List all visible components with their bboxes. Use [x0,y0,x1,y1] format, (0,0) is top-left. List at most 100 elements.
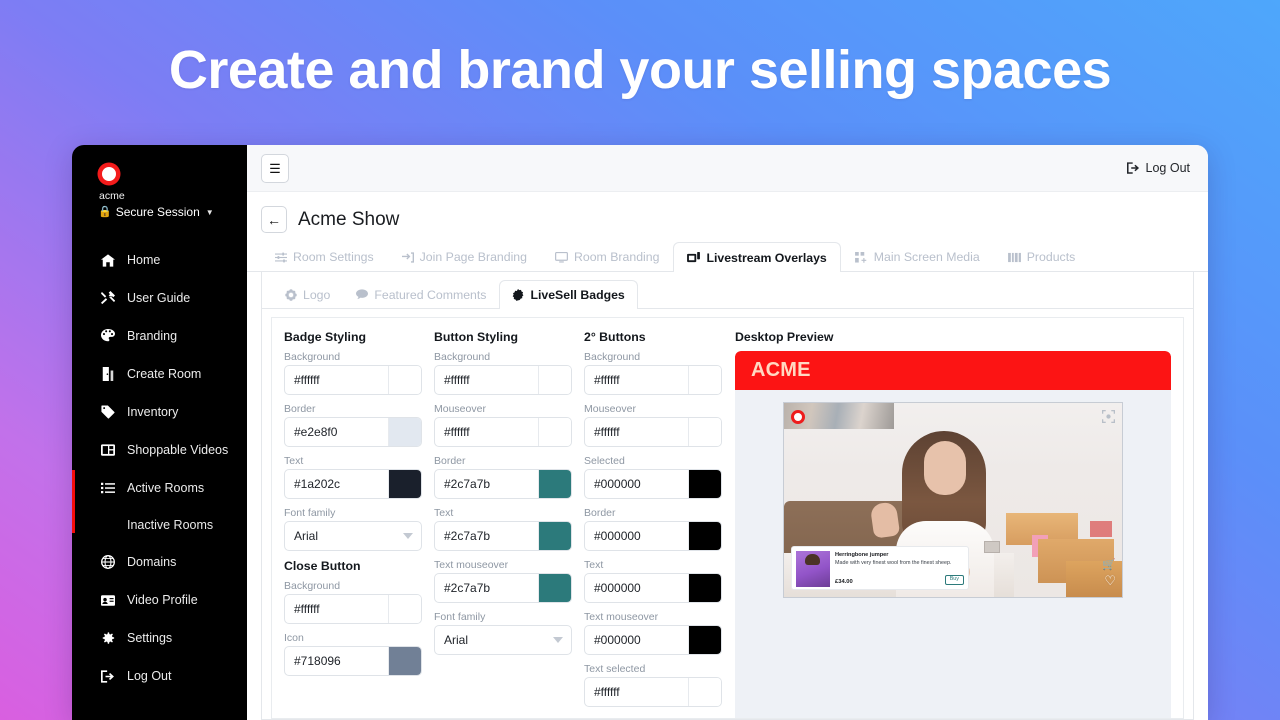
button-font-family-select[interactable]: Arial [434,625,572,655]
product-thumbnail [796,551,830,587]
color-value[interactable]: #718096 [285,647,388,675]
color-swatch[interactable] [538,470,571,498]
sliders-icon [275,252,287,263]
sidebar-item-create-room[interactable]: Create Room [72,355,247,393]
color-value[interactable]: #ffffff [585,366,688,394]
sec-text-color-field[interactable]: #000000 [584,573,722,603]
color-value[interactable]: #000000 [585,574,688,602]
tab-products[interactable]: Products [994,242,1090,271]
sidebar-item-user-guide[interactable]: User Guide [72,279,247,317]
color-swatch[interactable] [688,470,721,498]
button-text-color-field[interactable]: #2c7a7b [434,521,572,551]
tab-join-page-branding[interactable]: Join Page Branding [388,242,541,271]
preview-body: 🛒 ♡ Herringbone jumper Made with very fi… [735,390,1171,598]
color-swatch[interactable] [388,366,421,394]
color-value[interactable]: #ffffff [285,366,388,394]
color-value[interactable]: #000000 [585,522,688,550]
sidebar-item-domains[interactable]: Domains [72,543,247,581]
badge-text-color-field[interactable]: #1a202c [284,469,422,499]
tab-livestream-overlays[interactable]: Livestream Overlays [673,242,840,272]
color-value[interactable]: #ffffff [585,418,688,446]
color-swatch[interactable] [538,522,571,550]
sidebar-item-home[interactable]: Home [72,241,247,279]
color-swatch[interactable] [538,366,571,394]
sidebar-item-label: Inactive Rooms [127,518,213,532]
color-value[interactable]: #000000 [585,470,688,498]
tab-room-branding[interactable]: Room Branding [541,242,673,271]
color-value[interactable]: #ffffff [585,678,688,706]
sec-selected-color-field[interactable]: #000000 [584,469,722,499]
close-button-background-color-field[interactable]: #ffffff [284,594,422,624]
sidebar-item-video-profile[interactable]: Video Profile [72,581,247,619]
close-button-icon-color-field[interactable]: #718096 [284,646,422,676]
color-swatch[interactable] [688,522,721,550]
color-swatch[interactable] [538,418,571,446]
color-swatch[interactable] [688,626,721,654]
sec-mouseover-color-field[interactable]: #ffffff [584,417,722,447]
tab-label: Room Branding [574,250,659,264]
color-swatch[interactable] [388,647,421,675]
color-value[interactable]: #2c7a7b [435,574,538,602]
button-background-color-field[interactable]: #ffffff [434,365,572,395]
brand-name: acme [99,190,247,202]
sec-border-color-field[interactable]: #000000 [584,521,722,551]
tab-label: LiveSell Badges [530,288,624,302]
tab-label: Featured Comments [374,288,486,302]
color-swatch[interactable] [388,418,421,446]
badge-font-family-select[interactable]: Arial [284,521,422,551]
color-value[interactable]: #1a202c [285,470,388,498]
color-value[interactable]: #000000 [585,626,688,654]
color-swatch[interactable] [388,595,421,623]
color-swatch[interactable] [688,366,721,394]
column-title: Badge Styling [284,330,422,344]
sidebar-item-label: Create Room [127,367,201,381]
tab-featured-comments[interactable]: Featured Comments [343,280,499,308]
buy-button[interactable]: Buy [945,575,964,585]
secure-session-dropdown[interactable]: 🔒 Secure Session ▼ [98,205,247,219]
sidebar-item-active-rooms[interactable]: Active Rooms [72,469,247,507]
livesell-badge[interactable]: Herringbone jumper Made with very finest… [791,546,969,590]
sec-text-selected-color-field[interactable]: #ffffff [584,677,722,707]
color-swatch[interactable] [388,470,421,498]
button-text-mouseover-color-field[interactable]: #2c7a7b [434,573,572,603]
color-swatch[interactable] [538,574,571,602]
color-value[interactable]: #2c7a7b [435,522,538,550]
sidebar-item-label: Home [127,253,160,267]
badge-border-color-field[interactable]: #e2e8f0 [284,417,422,447]
lock-icon: 🔒 [98,207,112,218]
sidebar-item-shoppable-videos[interactable]: Shoppable Videos [72,431,247,469]
sidebar-item-inventory[interactable]: Inventory [72,393,247,431]
expand-icon[interactable] [1102,410,1115,423]
button-border-color-field[interactable]: #2c7a7b [434,469,572,499]
color-value[interactable]: #ffffff [435,418,538,446]
column-secondary-buttons: 2° Buttons Background #ffffff Mouseover … [572,330,722,718]
cart-icon[interactable]: 🛒 [1102,558,1116,571]
tab-label: Join Page Branding [420,250,527,264]
tab-main-screen-media[interactable]: Main Screen Media [841,242,994,271]
tab-logo[interactable]: Logo [272,280,343,308]
color-value[interactable]: #ffffff [435,366,538,394]
sidebar-item-log-out[interactable]: Log Out [72,657,247,695]
color-swatch[interactable] [688,574,721,602]
tab-room-settings[interactable]: Room Settings [261,242,388,271]
tab-livesell-badges[interactable]: LiveSell Badges [499,280,637,309]
arrow-left-icon[interactable]: ← [261,206,287,233]
logout-button[interactable]: Log Out [1127,161,1190,175]
video-player[interactable]: 🛒 ♡ Herringbone jumper Made with very fi… [783,402,1123,598]
heart-icon[interactable]: ♡ [1104,573,1116,589]
color-value[interactable]: #2c7a7b [435,470,538,498]
color-swatch[interactable] [688,418,721,446]
hamburger-icon[interactable]: ☰ [261,154,289,183]
color-value[interactable]: #ffffff [285,595,388,623]
sidebar-item-inactive-rooms[interactable]: Inactive Rooms [72,507,247,543]
sidebar-item-branding[interactable]: Branding [72,317,247,355]
sec-background-color-field[interactable]: #ffffff [584,365,722,395]
sec-text-mouseover-color-field[interactable]: #000000 [584,625,722,655]
color-swatch[interactable] [688,678,721,706]
sidebar-item-settings[interactable]: Settings [72,619,247,657]
tab-label: Room Settings [293,250,374,264]
color-value[interactable]: #e2e8f0 [285,418,388,446]
badge-background-color-field[interactable]: #ffffff [284,365,422,395]
button-mouseover-color-field[interactable]: #ffffff [434,417,572,447]
field-label: Font family [284,507,422,519]
